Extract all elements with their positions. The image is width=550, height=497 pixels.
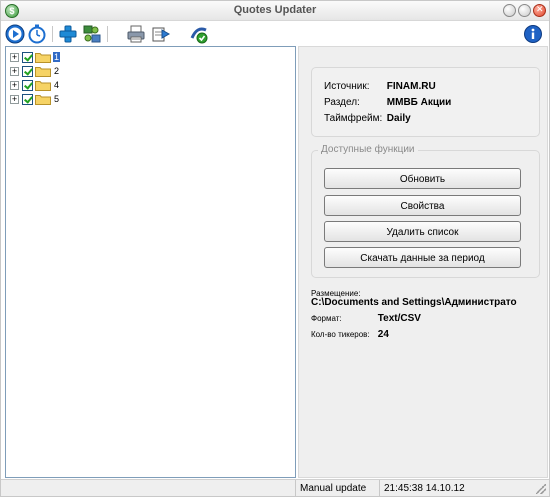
connect-check-button[interactable] — [189, 24, 209, 44]
tree-item-label: 2 — [54, 66, 60, 76]
toolbar-separator — [107, 26, 108, 42]
add-icon — [59, 25, 77, 43]
info-icon — [524, 25, 542, 43]
section-label: Раздел: — [324, 97, 360, 108]
info-button[interactable] — [523, 24, 543, 44]
tree-item-checkbox[interactable] — [22, 51, 33, 63]
source-info-box: Источник: FINAM.RU Раздел: ММВБ Акции Та… — [311, 67, 540, 137]
print-button[interactable] — [126, 24, 146, 44]
status-mode: Manual update — [295, 480, 379, 497]
network-settings-button[interactable] — [82, 24, 102, 44]
download-period-button[interactable]: Скачать данные за период — [324, 247, 521, 268]
resize-grip[interactable] — [536, 484, 546, 494]
tree-item-label: 4 — [54, 80, 60, 90]
folder-icon — [35, 52, 51, 63]
connect-check-icon — [190, 27, 208, 44]
format-row: Формат: Text/CSV — [311, 313, 421, 324]
tree-item-checkbox[interactable] — [22, 65, 33, 77]
location-value: C:\Documents and Settings\Администрато — [311, 297, 517, 308]
tree-item[interactable]: + 1 — [10, 50, 61, 64]
tree-item[interactable]: + 5 — [10, 92, 60, 106]
tree-item[interactable]: + 2 — [10, 64, 60, 78]
main-window: $ Quotes Updater ✕ + 1 + 2 + 4 + 5 Источ… — [0, 0, 550, 497]
toolbar-separator — [52, 26, 53, 42]
source-row: Источник: FINAM.RU — [324, 81, 436, 92]
tree-item-label: 1 — [53, 52, 61, 62]
expand-icon[interactable]: + — [10, 80, 19, 90]
timeframe-row: Таймфрейм: Daily — [324, 113, 411, 124]
delete-list-button[interactable]: Удалить список — [324, 221, 521, 242]
close-button[interactable] — [533, 4, 546, 17]
play-button[interactable] — [5, 24, 25, 44]
minimize-button[interactable] — [503, 4, 516, 17]
expand-icon[interactable]: + — [10, 52, 19, 62]
details-panel: Источник: FINAM.RU Раздел: ММВБ Акции Та… — [298, 46, 548, 478]
title-bar[interactable]: $ Quotes Updater — [1, 1, 549, 21]
play-icon — [5, 24, 25, 44]
expand-icon[interactable]: + — [10, 94, 19, 104]
window-title: Quotes Updater — [233, 4, 317, 16]
section-value: ММВБ Акции — [386, 97, 452, 108]
add-button[interactable] — [58, 24, 78, 44]
tickers-label: Кол-во тикеров: — [311, 330, 370, 339]
section-row: Раздел: ММВБ Акции — [324, 97, 451, 108]
timeframe-value: Daily — [386, 113, 411, 124]
tickers-row: Кол-во тикеров: 24 — [311, 329, 389, 340]
folder-icon — [35, 66, 51, 77]
timeframe-label: Таймфрейм: — [324, 113, 383, 124]
printer-icon — [127, 25, 145, 43]
network-settings-icon — [83, 25, 101, 43]
export-button[interactable] — [151, 24, 171, 44]
format-label: Формат: — [311, 314, 342, 323]
properties-button[interactable]: Свойства — [324, 195, 521, 216]
tree-item-label: 5 — [54, 94, 60, 104]
expand-icon[interactable]: + — [10, 66, 19, 76]
tree-item[interactable]: + 4 — [10, 78, 60, 92]
source-label: Источник: — [324, 81, 370, 92]
ticker-tree[interactable]: + 1 + 2 + 4 + 5 — [5, 46, 296, 478]
toolbar — [1, 22, 549, 46]
folder-icon — [35, 94, 51, 105]
status-bar: Manual update 21:45:38 14.10.12 — [1, 479, 549, 497]
maximize-button[interactable] — [518, 4, 531, 17]
status-datetime: 21:45:38 14.10.12 — [379, 480, 535, 497]
folder-icon — [35, 80, 51, 91]
available-functions-group: Доступные функции Обновить Свойства Удал… — [311, 144, 540, 278]
source-value: FINAM.RU — [386, 81, 436, 92]
available-functions-title: Доступные функции — [318, 144, 418, 155]
tickers-value: 24 — [377, 329, 389, 340]
export-icon — [152, 27, 171, 42]
tree-item-checkbox[interactable] — [22, 79, 33, 91]
timer-icon — [28, 24, 46, 44]
tree-item-checkbox[interactable] — [22, 93, 33, 105]
timer-button[interactable] — [27, 24, 47, 44]
format-value: Text/CSV — [377, 313, 421, 324]
update-button[interactable]: Обновить — [324, 168, 521, 189]
